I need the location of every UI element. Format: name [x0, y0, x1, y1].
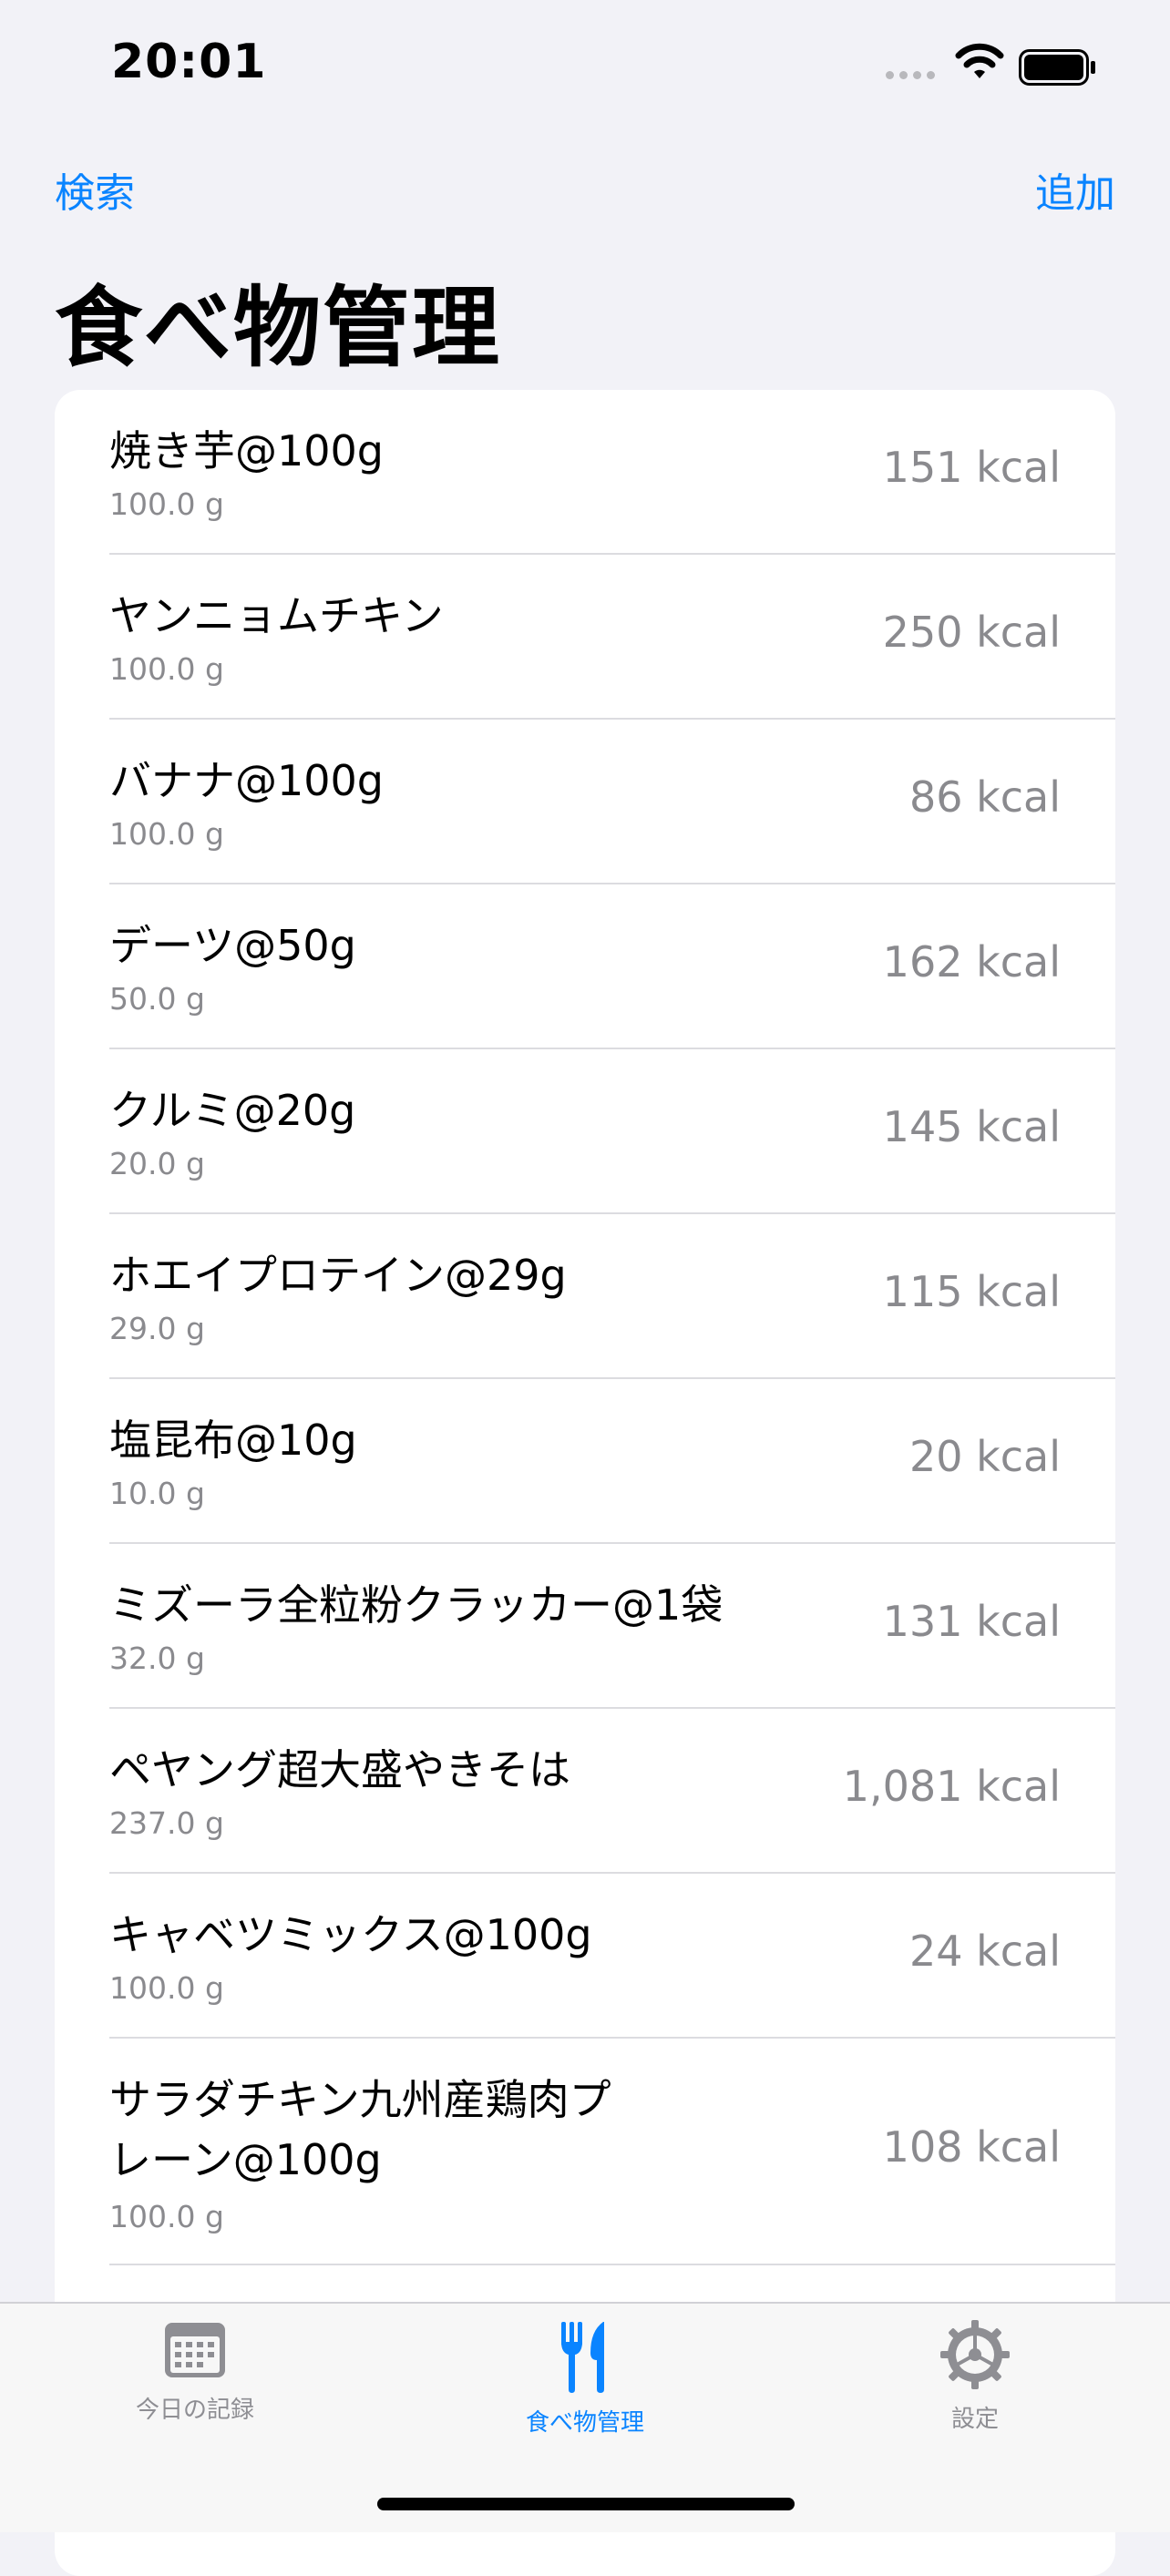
food-weight: 100.0 g — [109, 486, 224, 522]
cellular-signal-icon — [886, 71, 935, 79]
food-name: キャベツミックス@100g — [109, 1910, 592, 1959]
tab-label: 食べ物管理 — [525, 2409, 644, 2437]
food-weight: 100.0 g — [109, 2199, 224, 2234]
food-kcal: 24 kcal — [908, 1927, 1061, 1976]
tab-label: 今日の記録 — [135, 2397, 254, 2424]
food-name: サラダチキン九州産鶏肉プレーン@100g — [109, 2075, 611, 2184]
add-button[interactable]: 追加 — [1035, 160, 1115, 219]
tab-food-management[interactable]: 食べ物管理 — [448, 2320, 722, 2438]
food-kcal: 151 kcal — [882, 443, 1061, 492]
list-item[interactable]: ヤンニョムチキン 100.0 g 250 kcal — [109, 555, 1115, 720]
battery-icon — [1019, 49, 1095, 86]
list-item[interactable]: サラダチキン九州産鶏肉プレーン@100g 100.0 g 108 kcal — [109, 2039, 1115, 2265]
list-item[interactable]: ペヤング超大盛やきそは 237.0 g 1,081 kcal — [109, 1709, 1115, 1874]
food-name: クルミ@20g — [109, 1086, 356, 1135]
food-name: ヤンニョムチキン — [109, 591, 444, 640]
food-name: デーツ@50g — [109, 921, 356, 970]
list-item[interactable]: キャベツミックス@100g 100.0 g 24 kcal — [109, 1874, 1115, 2039]
food-name: バナナ@100g — [109, 756, 384, 805]
food-weight: 100.0 g — [109, 651, 224, 687]
calendar-icon — [165, 2323, 225, 2377]
food-name: ペヤング超大盛やきそは — [109, 1745, 570, 1794]
food-weight: 50.0 g — [109, 981, 205, 1017]
food-name: ミズーラ全粒粉クラッカー@1袋 — [109, 1580, 724, 1630]
food-kcal: 162 kcal — [882, 937, 1061, 986]
list-item[interactable]: 焼き芋@100g 100.0 g 151 kcal — [109, 390, 1115, 555]
food-weight: 20.0 g — [109, 1146, 205, 1181]
food-weight: 32.0 g — [109, 1641, 205, 1676]
food-kcal: 115 kcal — [882, 1267, 1061, 1316]
food-name: 塩昆布@10g — [109, 1416, 357, 1465]
food-kcal: 108 kcal — [882, 2122, 1061, 2172]
page-title: 食べ物管理 — [55, 277, 501, 379]
list-item[interactable]: ミズーラ全粒粉クラッカー@1袋 32.0 g 131 kcal — [109, 1544, 1115, 1709]
food-kcal: 20 kcal — [908, 1432, 1061, 1481]
fork-knife-icon — [561, 2322, 604, 2393]
gear-icon — [940, 2320, 1010, 2389]
list-item[interactable]: ホエイプロテイン@29g 29.0 g 115 kcal — [109, 1214, 1115, 1379]
food-weight: 100.0 g — [109, 1970, 224, 2006]
food-weight: 10.0 g — [109, 1476, 205, 1511]
food-weight: 100.0 g — [109, 816, 224, 852]
food-weight: 29.0 g — [109, 1311, 205, 1346]
food-kcal: 145 kcal — [882, 1102, 1061, 1151]
food-kcal: 1,081 kcal — [842, 1762, 1061, 1811]
home-indicator — [377, 2498, 795, 2510]
status-time: 20:01 — [111, 35, 267, 89]
list-item[interactable]: クルミ@20g 20.0 g 145 kcal — [109, 1049, 1115, 1214]
tab-label: 設定 — [950, 2406, 999, 2433]
food-kcal: 131 kcal — [882, 1597, 1061, 1646]
food-weight: 237.0 g — [109, 1805, 224, 1841]
food-list: 焼き芋@100g 100.0 g 151 kcal ヤンニョムチキン 100.0… — [55, 390, 1115, 2576]
wifi-icon — [955, 43, 1004, 78]
food-kcal: 250 kcal — [882, 608, 1061, 657]
list-item[interactable]: デーツ@50g 50.0 g 162 kcal — [109, 884, 1115, 1049]
list-item[interactable]: バナナ@100g 100.0 g 86 kcal — [109, 720, 1115, 884]
search-button[interactable]: 検索 — [55, 160, 135, 219]
food-kcal: 86 kcal — [908, 772, 1061, 822]
tab-settings[interactable]: 設定 — [838, 2320, 1112, 2434]
tab-today-record[interactable]: 今日の記録 — [58, 2320, 332, 2425]
food-name: 焼き芋@100g — [109, 426, 384, 475]
list-item[interactable]: 塩昆布@10g 10.0 g 20 kcal — [109, 1379, 1115, 1544]
status-bar: 20:01 — [0, 0, 1170, 137]
food-name: ホエイプロテイン@29g — [109, 1251, 567, 1300]
